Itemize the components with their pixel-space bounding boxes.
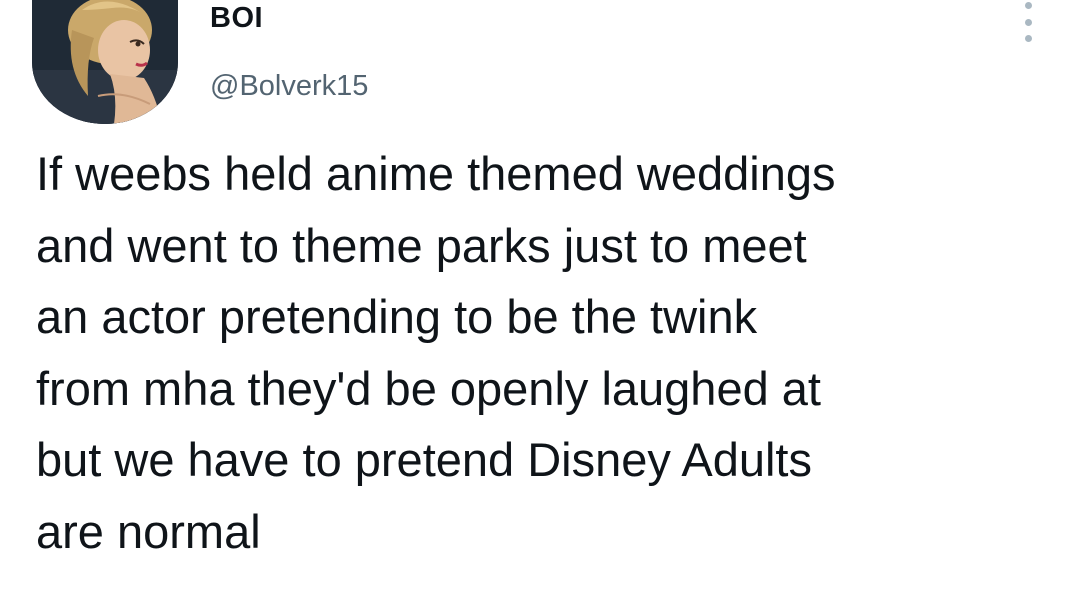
avatar-illustration-icon	[32, 0, 178, 124]
profile-avatar[interactable]	[32, 0, 178, 124]
author-display-name[interactable]: BOI	[210, 2, 263, 35]
more-vertical-icon-dot	[1024, 18, 1032, 26]
author-handle[interactable]: @Bolverk15	[210, 70, 368, 103]
tweet-card: BOI @Bolverk15 If weebs held anime theme…	[0, 0, 1080, 600]
more-vertical-icon	[1024, 2, 1032, 9]
more-vertical-icon-dot	[1024, 35, 1032, 42]
more-options-button[interactable]	[1016, 2, 1040, 42]
tweet-body-text: If weebs held anime themed weddings and …	[36, 147, 836, 558]
